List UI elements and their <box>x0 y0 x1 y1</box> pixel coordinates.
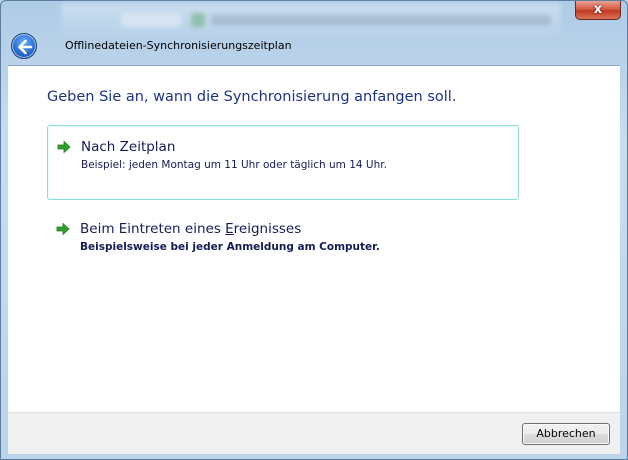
option-title-accelerator: E <box>225 221 234 237</box>
green-arrow-icon <box>56 222 70 236</box>
back-button[interactable] <box>11 33 37 59</box>
blurred-background-shape <box>121 13 181 27</box>
content-area: Geben Sie an, wann die Synchronisierung … <box>8 65 620 412</box>
option-title: Beim Eintreten eines Ereignisses <box>80 221 301 237</box>
window-title: Offlinedateien-Synchronisierungszeitplan <box>65 39 292 52</box>
blurred-background-shape <box>191 13 205 27</box>
green-arrow-icon <box>57 140 71 154</box>
option-on-event[interactable]: Beim Eintreten eines Ereignisses Beispie… <box>47 208 519 283</box>
option-by-schedule[interactable]: Nach Zeitplan Beispiel: jeden Montag um … <box>47 125 519 200</box>
dialog-window: x Offlinedateien-Synchronisierungszeitpl… <box>0 0 628 460</box>
dialog-footer: Abbrechen <box>8 412 620 454</box>
option-description: Beispielsweise bei jeder Anmeldung am Co… <box>80 241 380 253</box>
cancel-button[interactable]: Abbrechen <box>522 423 610 445</box>
option-description: Beispiel: jeden Montag um 11 Uhr oder tä… <box>81 159 387 171</box>
page-heading: Geben Sie an, wann die Synchronisierung … <box>47 89 457 105</box>
option-title: Nach Zeitplan <box>81 139 176 155</box>
blurred-background-shape <box>211 15 551 25</box>
close-icon: x <box>593 2 603 17</box>
option-title-suffix: reignisses <box>233 221 302 237</box>
option-title-prefix: Beim Eintreten eines <box>80 221 226 237</box>
close-button[interactable]: x <box>575 1 621 20</box>
back-arrow-icon <box>18 39 33 55</box>
